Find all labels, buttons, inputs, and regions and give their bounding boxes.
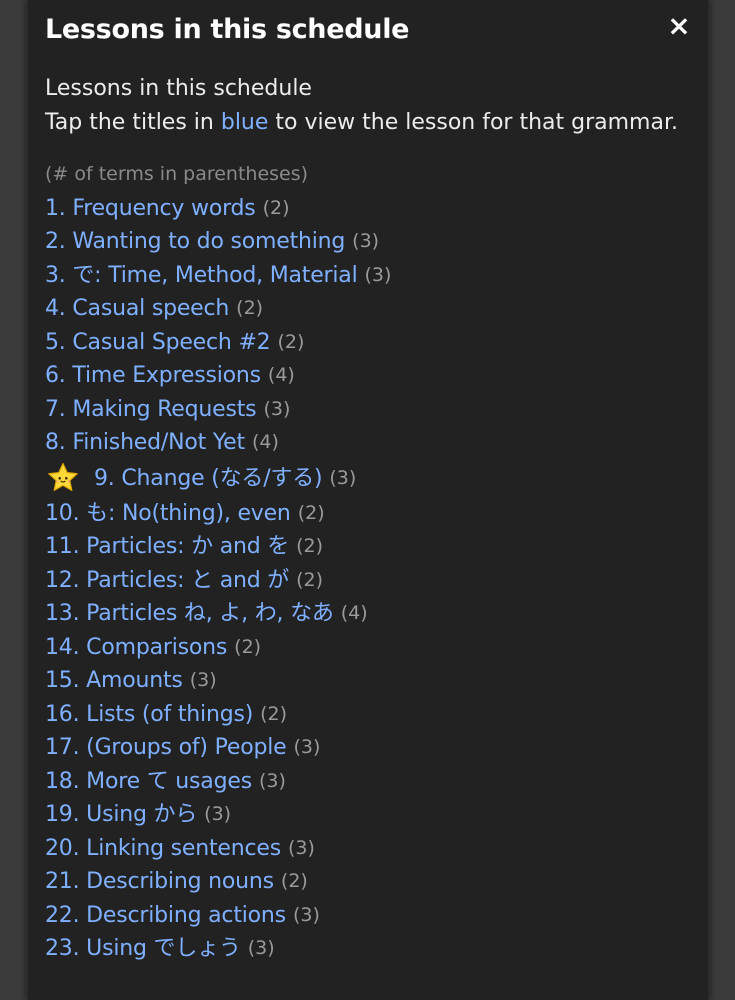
lesson-link[interactable]: 18. More て usages [45,765,252,799]
lesson-term-count: (2) [260,702,288,725]
lesson-link[interactable]: 13. Particles ね, よ, わ, なあ [45,597,334,631]
close-button[interactable]: × [664,11,694,41]
lesson-item: 11. Particles: か and を (2) [45,530,696,564]
lesson-item: 23. Using でしょう (3) [45,932,696,966]
lesson-link[interactable]: 23. Using でしょう [45,932,241,966]
lesson-item: 6. Time Expressions (4) [45,359,696,393]
lesson-link[interactable]: 7. Making Requests [45,393,257,427]
intro-instructions-end: to view the lesson for that grammar. [268,109,678,135]
lesson-item: 8. Finished/Not Yet (4) [45,426,696,460]
lesson-term-count: (3) [288,836,315,859]
lesson-item: 15. Amounts (3) [45,664,696,698]
lesson-link[interactable]: 17. (Groups of) People [45,731,287,765]
modal-header: Lessons in this schedule × [28,0,708,62]
lesson-link[interactable]: 4. Casual speech [45,292,229,326]
close-icon: × [667,9,691,42]
lesson-link[interactable]: 6. Time Expressions [45,359,261,393]
lesson-item: 9. Change (なる/する) (3) [45,460,696,497]
lessons-modal: Lessons in this schedule × Lessons in th… [27,0,709,1000]
terms-note: (# of terms in parentheses) [45,163,309,185]
lesson-link[interactable]: 2. Wanting to do something [45,225,345,259]
intro-heading: Lessons in this schedule [45,76,312,101]
lesson-term-count: (2) [262,196,290,219]
lesson-item: 17. (Groups of) People (3) [45,731,696,765]
lesson-term-count: (2) [297,501,325,524]
lesson-link[interactable]: 22. Describing actions [45,899,286,933]
lesson-link[interactable]: 3. で: Time, Method, Material [45,259,358,293]
lesson-link[interactable]: 5. Casual Speech #2 [45,326,271,360]
lesson-item: 7. Making Requests (3) [45,393,696,427]
lesson-term-count: (3) [293,736,321,758]
lesson-link[interactable]: 10. も: No(thing), even [45,497,291,531]
lesson-link[interactable]: 16. Lists (of things) [45,698,253,732]
lesson-item: 10. も: No(thing), even (2) [45,497,696,531]
lesson-link[interactable]: 9. Change (なる/する) [94,460,323,497]
lesson-item: 4. Casual speech (2) [45,292,696,326]
lesson-item: 1. Frequency words (2) [45,192,696,226]
lesson-term-count: (4) [340,602,368,624]
modal-body: Lessons in this schedule Tap the titles … [45,72,696,966]
lesson-term-count: (3) [364,263,392,286]
lesson-link[interactable]: 15. Amounts [45,664,183,698]
lesson-term-count: (3) [189,669,217,691]
lesson-term-count: (2) [234,635,262,658]
lesson-item: 13. Particles ね, よ, わ, なあ (4) [45,597,696,631]
lesson-link[interactable]: 8. Finished/Not Yet [45,426,245,460]
modal-title: Lessons in this schedule [45,14,410,45]
lesson-item: 2. Wanting to do something (3) [45,225,696,259]
lesson-term-count: (3) [204,803,232,825]
lesson-list: 1. Frequency words (2) 2. Wanting to do so… [45,192,696,966]
lesson-term-count: (4) [251,431,279,453]
star-icon [46,461,80,495]
lesson-link[interactable]: 14. Comparisons [45,631,227,665]
intro-blue-word: blue [220,109,269,135]
lesson-link[interactable]: 1. Frequency words [45,192,256,226]
lesson-item: 14. Comparisons (2) [45,631,696,665]
lesson-item: 19. Using から (3) [45,798,696,832]
lesson-term-count: (3) [247,937,275,959]
lesson-item: 5. Casual Speech #2 (2) [45,326,696,360]
intro-instructions-start: Tap the titles in [45,109,221,135]
lesson-item: 22. Describing actions (3) [45,899,696,933]
lesson-term-count: (2) [296,535,324,557]
lesson-term-count: (3) [329,466,357,489]
lesson-term-count: (2) [296,568,324,591]
lesson-term-count: (3) [258,769,286,792]
lesson-term-count: (3) [263,397,291,420]
lesson-term-count: (4) [267,364,295,386]
intro-instructions: Tap the titles in blue to view the lesso… [45,106,696,140]
intro-text: Lessons in this schedule Tap the titles … [45,72,696,139]
lesson-link[interactable]: 21. Describing nouns [45,865,274,899]
lesson-link[interactable]: 11. Particles: か and を [45,530,289,564]
lesson-link[interactable]: 19. Using から [45,798,197,832]
lesson-item: 16. Lists (of things) (2) [45,698,696,732]
lesson-item: 21. Describing nouns (2) [45,865,696,899]
lesson-term-count: (2) [236,297,264,319]
lesson-term-count: (2) [280,870,308,892]
lesson-item: 12. Particles: と and が (2) [45,564,696,598]
lesson-link[interactable]: 12. Particles: と and が [45,564,289,598]
lesson-item: 20. Linking sentences (3) [45,832,696,866]
lesson-term-count: (2) [277,330,305,353]
lesson-item: 18. More て usages (3) [45,765,696,799]
lesson-link[interactable]: 20. Linking sentences [45,832,281,866]
lesson-term-count: (3) [292,903,320,926]
lesson-item: 3. で: Time, Method, Material (3) [45,259,696,293]
lesson-term-count: (3) [352,230,380,252]
